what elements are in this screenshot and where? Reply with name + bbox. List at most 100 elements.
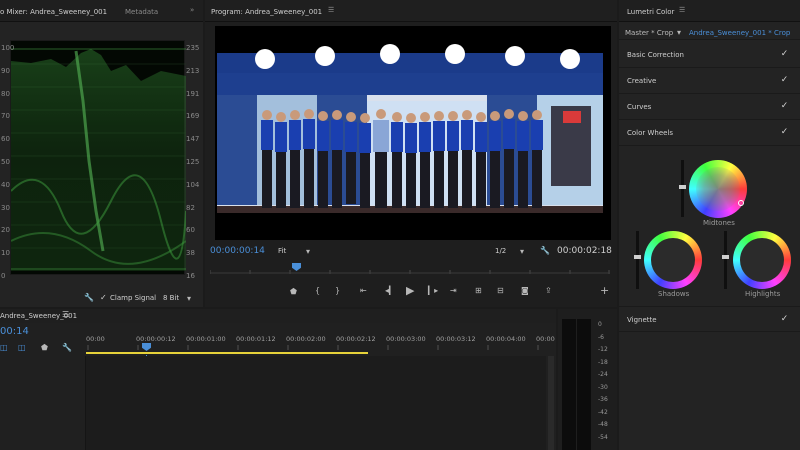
program-tabbar: Program: Andrea_Sweeney_001 ☰: [205, 0, 617, 22]
nest-icon[interactable]: ◫: [0, 343, 8, 352]
master-clip-label[interactable]: Master * Crop: [625, 29, 673, 37]
slider-handle[interactable]: [634, 255, 641, 259]
timeline-scrollbar[interactable]: [548, 356, 554, 450]
midtones-slider[interactable]: [679, 160, 686, 217]
play-icon[interactable]: ▶: [406, 284, 414, 297]
mark-out-icon[interactable]: }: [335, 286, 340, 295]
scope-right-scale-label: 125: [186, 158, 200, 166]
add-button-icon[interactable]: +: [600, 284, 609, 297]
enable-checkbox[interactable]: ✓: [779, 49, 790, 60]
scope-left-scale-label: 30: [1, 203, 10, 212]
enable-checkbox[interactable]: ✓: [779, 314, 790, 325]
midtones-wheel[interactable]: [689, 160, 747, 218]
section-creative[interactable]: Creative ✓: [619, 68, 800, 94]
chevron-down-icon[interactable]: ▾: [677, 28, 681, 37]
section-curves[interactable]: Curves ✓: [619, 94, 800, 120]
enable-checkbox[interactable]: ✓: [779, 75, 790, 86]
enable-checkbox[interactable]: ✓: [779, 127, 790, 138]
timeline-tools: ◫ ◫ ⬟ 🔧: [0, 343, 86, 355]
timeline-ruler[interactable]: 00:00 00:00:00:12 00:00:01:00 00:00:01:12 00…: [86, 331, 555, 355]
lumetri-tabbar: Lumetri Color ☰: [619, 0, 800, 22]
enable-checkbox[interactable]: ✓: [779, 101, 790, 112]
waveform-svg: [10, 48, 187, 271]
work-area-bar[interactable]: [86, 352, 368, 354]
wheel-puck[interactable]: [738, 200, 744, 206]
active-clip-label[interactable]: Andrea_Sweeney_001 * Crop: [689, 29, 790, 37]
highlights-wheel[interactable]: [733, 231, 791, 289]
fit-chevron-down-icon[interactable]: ▾: [306, 247, 310, 256]
timeline-panel: Andrea_Sweeney_001 ☰ 00:14 ◫ ◫ ⬟ 🔧 00:00…: [0, 309, 556, 450]
meter-channel-left: [562, 319, 576, 450]
scopes-tabbar: o Mixer: Andrea_Sweeney_001 Metadata »: [0, 0, 203, 22]
panel-overflow-icon[interactable]: »: [190, 6, 194, 14]
shadows-wheel[interactable]: [644, 231, 702, 289]
program-video-frame[interactable]: [215, 26, 611, 240]
go-to-in-icon[interactable]: ⇤: [360, 286, 367, 295]
camera-icon[interactable]: ◙: [521, 286, 529, 295]
scope-left-scale-label: 10: [1, 249, 10, 258]
timeline-timecode[interactable]: 00:14: [0, 326, 29, 337]
program-monitor-title[interactable]: Program: Andrea_Sweeney_001: [211, 8, 322, 16]
marker-icon[interactable]: ⬟: [41, 343, 48, 352]
color-wheels-area: Midtones Shadows Highlights: [619, 147, 800, 307]
scope-left-scale-label: 70: [1, 112, 10, 121]
wrench-icon[interactable]: 🔧: [540, 246, 550, 255]
scope-right-scale-label: 191: [186, 89, 200, 98]
program-current-timecode[interactable]: 00:00:00:14: [210, 246, 265, 256]
export-icon[interactable]: ⇪: [545, 286, 552, 295]
section-color-wheels[interactable]: Color Wheels ✓: [619, 120, 800, 146]
wheel-label-highlights: Highlights: [745, 290, 781, 298]
program-scrub-ruler[interactable]: [209, 262, 610, 274]
step-back-icon[interactable]: ◂▎: [385, 286, 395, 295]
wheel-label-shadows: Shadows: [658, 290, 690, 298]
panel-menu-icon[interactable]: ☰: [328, 6, 334, 14]
wheel-label-midtones: Midtones: [703, 219, 735, 227]
meter-channel-right: [577, 319, 591, 450]
wrench-icon[interactable]: 🔧: [62, 343, 72, 352]
highlights-slider[interactable]: [722, 231, 729, 289]
tab-audio-mixer[interactable]: o Mixer: Andrea_Sweeney_001: [0, 8, 107, 16]
scope-left-scale-label: 90: [1, 66, 10, 75]
lumetri-title[interactable]: Lumetri Color: [627, 8, 674, 16]
lift-icon[interactable]: ⊞: [475, 286, 482, 295]
resolution-chevron-down-icon[interactable]: ▾: [520, 247, 524, 256]
extract-icon[interactable]: ⊟: [497, 286, 504, 295]
section-vignette[interactable]: Vignette ✓: [619, 306, 800, 332]
program-duration-timecode: 00:00:02:18: [557, 246, 612, 256]
panel-menu-icon[interactable]: ☰: [679, 6, 685, 14]
shadows-slider[interactable]: [634, 231, 641, 289]
wrench-icon[interactable]: 🔧: [84, 293, 94, 302]
slider-handle[interactable]: [722, 255, 729, 259]
clamp-signal-checkbox[interactable]: ✓: [100, 293, 107, 302]
mark-in-icon[interactable]: {: [315, 286, 320, 295]
meter-scale-label: -24: [598, 371, 608, 378]
tab-metadata[interactable]: Metadata: [125, 8, 158, 16]
add-marker-icon[interactable]: ⬟: [290, 287, 297, 296]
lumetri-scopes-panel: o Mixer: Andrea_Sweeney_001 Metadata » 🔧…: [0, 0, 203, 307]
scope-right-scale-label: 60: [186, 226, 195, 235]
slider-handle[interactable]: [679, 185, 686, 189]
timeline-track-headers: [0, 356, 86, 450]
audio-meter-panel: 0 -6 -12 -18 -24 -30 -36 -42 -48 -54: [558, 309, 617, 450]
bit-depth-select[interactable]: 8 Bit: [163, 294, 179, 302]
clamp-signal-label: Clamp Signal: [110, 294, 157, 302]
section-basic-correction[interactable]: Basic Correction ✓: [619, 42, 800, 68]
scope-left-scale-label: 100: [1, 44, 15, 52]
go-to-out-icon[interactable]: ⇥: [450, 286, 457, 295]
timeline-track-area[interactable]: [86, 356, 546, 450]
meter-scale-label: -48: [598, 421, 608, 428]
panel-menu-icon[interactable]: ☰: [62, 310, 69, 319]
lumetri-clip-bar: Master * Crop ▾ Andrea_Sweeney_001 * Cro…: [619, 24, 800, 40]
scope-footer: 🔧 ✓ Clamp Signal 8 Bit ▾: [0, 288, 203, 307]
meter-scale-label: -30: [598, 383, 608, 391]
scope-right-scale-label: 147: [186, 135, 200, 144]
scope-left-scale-label: 40: [1, 180, 10, 189]
resolution-select[interactable]: 1/2: [495, 247, 506, 255]
step-forward-icon[interactable]: ▎▸: [428, 286, 438, 295]
section-label: Vignette: [627, 316, 657, 324]
lumetri-color-panel: Lumetri Color ☰ Master * Crop ▾ Andrea_S…: [619, 0, 800, 450]
chevron-down-icon[interactable]: ▾: [187, 294, 191, 303]
scope-left-scale-label: 60: [1, 135, 10, 144]
fit-select[interactable]: Fit: [278, 247, 286, 255]
snap-icon[interactable]: ◫: [18, 343, 26, 352]
